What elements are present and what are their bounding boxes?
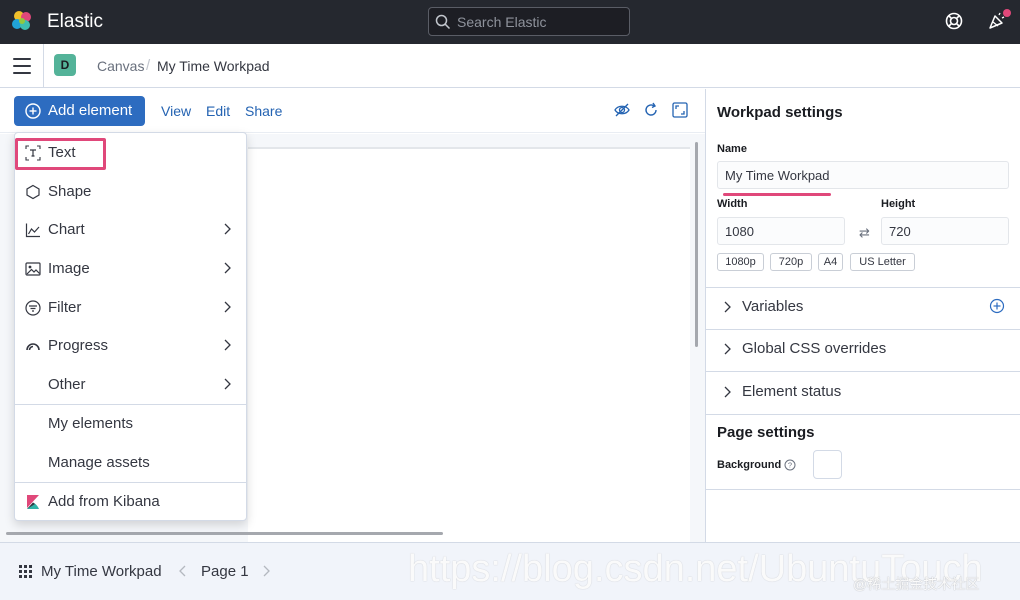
breadcrumb-current: My Time Workpad (157, 58, 270, 74)
accordion-label: Variables (742, 298, 804, 315)
elastic-logo[interactable] (11, 10, 33, 32)
kibana-icon (27, 495, 39, 509)
add-element-button[interactable]: Add element (14, 96, 145, 126)
chevron-right-icon (724, 301, 731, 313)
filter-icon (25, 300, 41, 316)
global-search-input[interactable]: Search Elastic (428, 7, 630, 36)
menu-item-chart[interactable]: Chart (15, 211, 246, 249)
share-menu-link[interactable]: Share (245, 103, 282, 119)
breadcrumb-separator: / (146, 57, 151, 74)
help-lifebuoy-icon[interactable] (944, 11, 964, 31)
name-highlight-underline (723, 193, 831, 196)
accordion-label: Element status (742, 383, 842, 400)
chevron-right-icon (224, 378, 231, 390)
breadcrumb-canvas[interactable]: Canvas (97, 58, 144, 74)
progress-icon (26, 343, 40, 351)
menu-item-label: My elements (48, 415, 134, 432)
plus-in-circle-icon (25, 103, 41, 119)
menu-item-label: Shape (48, 183, 92, 200)
notification-dot (1003, 9, 1011, 17)
height-field[interactable]: 720 (881, 217, 1009, 245)
chevron-right-icon[interactable] (261, 564, 271, 578)
menu-item-image[interactable]: Image (15, 250, 246, 288)
width-field[interactable]: 1080 (717, 217, 845, 245)
width-label: Width (717, 198, 748, 210)
accordion-global-css[interactable]: Global CSS overrides (706, 329, 1020, 371)
link-aspect-icon[interactable]: ⇄ (859, 225, 870, 241)
top-header: Elastic Search Elastic (0, 0, 1020, 44)
workpad-name-field[interactable]: My Time Workpad (717, 161, 1009, 189)
menu-item-add-from-kibana[interactable]: Add from Kibana (15, 483, 246, 521)
workpad-page[interactable] (248, 147, 690, 542)
workpad-settings-title: Workpad settings (717, 104, 843, 121)
height-label: Height (881, 198, 916, 210)
help-icon[interactable]: ? (784, 459, 796, 471)
accordion-variables[interactable]: Variables (706, 287, 1020, 329)
divider (706, 414, 1020, 415)
menu-item-shape[interactable]: Shape (15, 173, 246, 211)
divider (43, 44, 44, 88)
workpad-settings-panel: Workpad settings Name My Time Workpad Wi… (705, 89, 1020, 542)
chart-icon (25, 223, 40, 238)
accordion-label: Global CSS overrides (742, 340, 887, 357)
menu-item-label: Chart (48, 221, 85, 238)
menu-item-label: Progress (48, 337, 109, 354)
hide-editing-controls-icon[interactable] (613, 101, 631, 119)
vertical-scrollbar[interactable] (695, 142, 698, 347)
add-variable-icon[interactable] (989, 298, 1005, 314)
highlight-box (15, 138, 106, 170)
menu-item-label: Add from Kibana (48, 493, 160, 510)
preset-us-letter-button[interactable]: US Letter (850, 253, 915, 271)
page-settings-title: Page settings (717, 424, 815, 441)
watermark-handle: @稀土掘金技术社区 (853, 576, 980, 592)
menu-toggle-icon[interactable] (13, 58, 31, 74)
chevron-right-icon (224, 223, 231, 235)
add-element-label: Add element (48, 102, 133, 119)
page-indicator[interactable]: Page 1 (201, 563, 249, 580)
apps-grid-icon[interactable] (19, 565, 32, 578)
divider (706, 489, 1020, 490)
menu-item-label: Image (48, 260, 90, 277)
chevron-left-icon[interactable] (178, 564, 188, 578)
space-avatar[interactable]: D (54, 54, 76, 76)
menu-item-label: Filter (48, 299, 82, 316)
menu-item-text[interactable]: Text (15, 134, 246, 172)
menu-item-my-elements[interactable]: My elements (15, 405, 246, 443)
fullscreen-icon[interactable] (671, 101, 689, 119)
breadcrumb-bar: D Canvas / My Time Workpad (0, 44, 1020, 88)
chevron-right-icon (224, 301, 231, 313)
preset-720p-button[interactable]: 720p (770, 253, 812, 271)
menu-item-label: Manage assets (48, 454, 150, 471)
view-menu-link[interactable]: View (161, 103, 191, 119)
add-element-menu: Text Shape Chart Image Filter Progress O… (14, 132, 247, 521)
search-placeholder: Search Elastic (457, 14, 547, 30)
chevron-right-icon (724, 386, 731, 398)
background-color-swatch[interactable] (813, 450, 842, 479)
image-icon (25, 262, 41, 276)
chevron-right-icon (224, 262, 231, 274)
chevron-right-icon (224, 339, 231, 351)
chevron-right-icon (724, 343, 731, 355)
menu-item-label: Other (48, 376, 86, 393)
background-label: Background (717, 459, 782, 471)
search-icon (435, 14, 451, 30)
preset-1080p-button[interactable]: 1080p (717, 253, 764, 271)
svg-text:?: ? (788, 461, 792, 470)
workpad-toolbar: Add element View Edit Share (0, 89, 705, 133)
menu-item-progress[interactable]: Progress (15, 327, 246, 365)
horizontal-scrollbar[interactable] (6, 532, 443, 535)
menu-item-other[interactable]: Other (15, 366, 246, 404)
brand-name[interactable]: Elastic (47, 11, 103, 33)
menu-item-manage-assets[interactable]: Manage assets (15, 444, 246, 482)
footer-workpad-name[interactable]: My Time Workpad (41, 563, 162, 580)
refresh-icon[interactable] (643, 101, 659, 119)
name-label: Name (717, 143, 747, 155)
accordion-element-status[interactable]: Element status (706, 372, 1020, 414)
preset-a4-button[interactable]: A4 (818, 253, 843, 271)
shape-icon (26, 184, 40, 200)
edit-menu-link[interactable]: Edit (206, 103, 230, 119)
menu-item-filter[interactable]: Filter (15, 289, 246, 327)
